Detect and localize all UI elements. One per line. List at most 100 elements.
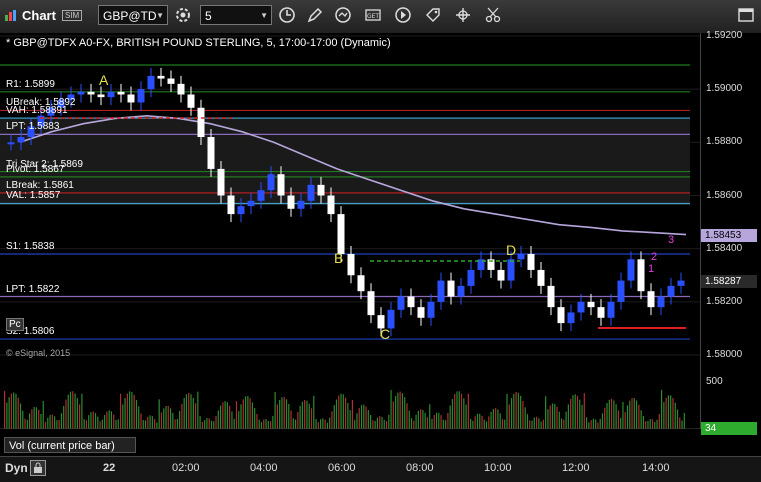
candle-body — [277, 174, 285, 196]
volume-bar — [429, 404, 431, 429]
interval-select[interactable]: 5 ▼ — [200, 5, 272, 25]
volume-bar — [495, 408, 497, 429]
volume-bar — [115, 419, 117, 429]
volume-bar — [456, 391, 458, 429]
volume-bar — [626, 405, 629, 429]
candle-body — [97, 94, 105, 98]
level-label: Pivot: 1.5867 — [6, 163, 65, 175]
volume-bar — [94, 413, 97, 429]
volume-bar — [185, 394, 188, 429]
volume-bar — [397, 392, 399, 429]
volume-bar — [188, 392, 190, 429]
candle-body — [257, 190, 265, 201]
price-chart[interactable] — [0, 33, 700, 429]
volume-bar — [10, 393, 13, 429]
volume-bar — [142, 420, 144, 429]
lock-icon[interactable] — [30, 460, 46, 476]
volume-bar — [163, 408, 165, 429]
volume-bar — [379, 416, 381, 429]
volume-bar — [8, 397, 10, 429]
volume-bar — [47, 417, 49, 429]
chevron-down-icon[interactable]: ▼ — [156, 6, 164, 26]
label-c: C — [380, 326, 391, 342]
volume-bar — [154, 419, 156, 429]
volume-bar — [640, 410, 642, 429]
refresh-icon[interactable] — [334, 6, 352, 24]
crosshair-icon[interactable] — [454, 6, 472, 24]
volume-bar — [642, 416, 645, 429]
maximize-icon[interactable] — [736, 6, 756, 24]
volume-bar — [326, 422, 329, 429]
volume-bar — [579, 399, 581, 429]
volume-bar — [372, 420, 374, 429]
volume-bar — [235, 401, 238, 429]
volume-bar — [304, 399, 306, 429]
candle-body — [187, 94, 195, 108]
volume-bar — [81, 393, 83, 429]
volume-bar — [310, 408, 313, 429]
volume-bar — [533, 417, 535, 429]
volume-bar — [635, 400, 638, 429]
play-icon[interactable] — [394, 6, 412, 24]
volume-pane-title[interactable]: Vol (current price bar) — [4, 437, 136, 453]
volume-bar — [517, 392, 519, 429]
volume-bar — [651, 419, 654, 429]
scissors-icon[interactable] — [484, 6, 502, 24]
candle-body — [107, 91, 115, 98]
volume-bar — [222, 402, 224, 429]
candle-body — [467, 269, 475, 286]
volume-bar — [345, 397, 347, 429]
volume-bar — [420, 409, 422, 429]
volume-bar — [347, 403, 349, 429]
candle-body — [397, 296, 405, 310]
candle-body — [367, 291, 375, 316]
candle-body — [537, 269, 545, 286]
gear-icon[interactable] — [174, 6, 192, 24]
volume-bar — [381, 416, 383, 429]
volume-bar — [524, 407, 526, 429]
clock-icon[interactable] — [278, 6, 296, 24]
volume-bar — [265, 419, 267, 429]
volume-bar — [588, 422, 590, 429]
candle-body — [427, 301, 435, 318]
volume-bar — [476, 413, 479, 429]
volume-bar — [251, 402, 253, 429]
chevron-down-icon[interactable]: ▼ — [260, 6, 268, 26]
candle-body — [617, 280, 625, 302]
toolbar: Chart SIM GBP@TD ▼ 5 ▼ GET — [0, 0, 761, 34]
pencil-icon[interactable] — [306, 6, 324, 24]
volume-bar — [447, 412, 449, 429]
candle-body — [137, 89, 145, 103]
volume-bar — [535, 416, 538, 429]
volume-bar — [460, 393, 463, 429]
volume-bar — [385, 421, 388, 429]
label-d: D — [506, 242, 517, 258]
symbol-input[interactable]: GBP@TD ▼ — [98, 5, 168, 25]
candle-body — [567, 312, 575, 324]
pc-badge[interactable]: Pc — [6, 318, 24, 331]
volume-bar — [322, 418, 324, 429]
level-label: VAL: 1.5857 — [6, 190, 61, 202]
volume-bar — [438, 412, 440, 429]
dyn-button[interactable]: Dyn — [5, 461, 28, 475]
price-tick-label: 1.58800 — [706, 136, 743, 148]
volume-bar — [15, 393, 17, 429]
candle-body — [677, 280, 685, 286]
volume-bar — [65, 399, 67, 429]
tag-icon[interactable] — [424, 6, 442, 24]
volume-bar — [63, 406, 65, 429]
candle-body — [407, 296, 415, 308]
quote-icon[interactable]: GET — [364, 6, 382, 24]
volume-bar — [583, 393, 585, 429]
time-tick-label: 06:00 — [328, 462, 356, 474]
volume-bar — [551, 403, 554, 429]
volume-bar — [401, 393, 404, 429]
chart-header: * GBP@TDFX A0-FX, BRITISH POUND STERLING… — [6, 37, 391, 49]
volume-bar — [497, 409, 499, 429]
volume-bar — [615, 404, 617, 429]
volume-bar — [106, 411, 108, 429]
volume-bar — [508, 404, 510, 429]
volume-bar — [194, 403, 197, 429]
volume-bar — [604, 407, 606, 429]
candle-body — [127, 94, 135, 103]
